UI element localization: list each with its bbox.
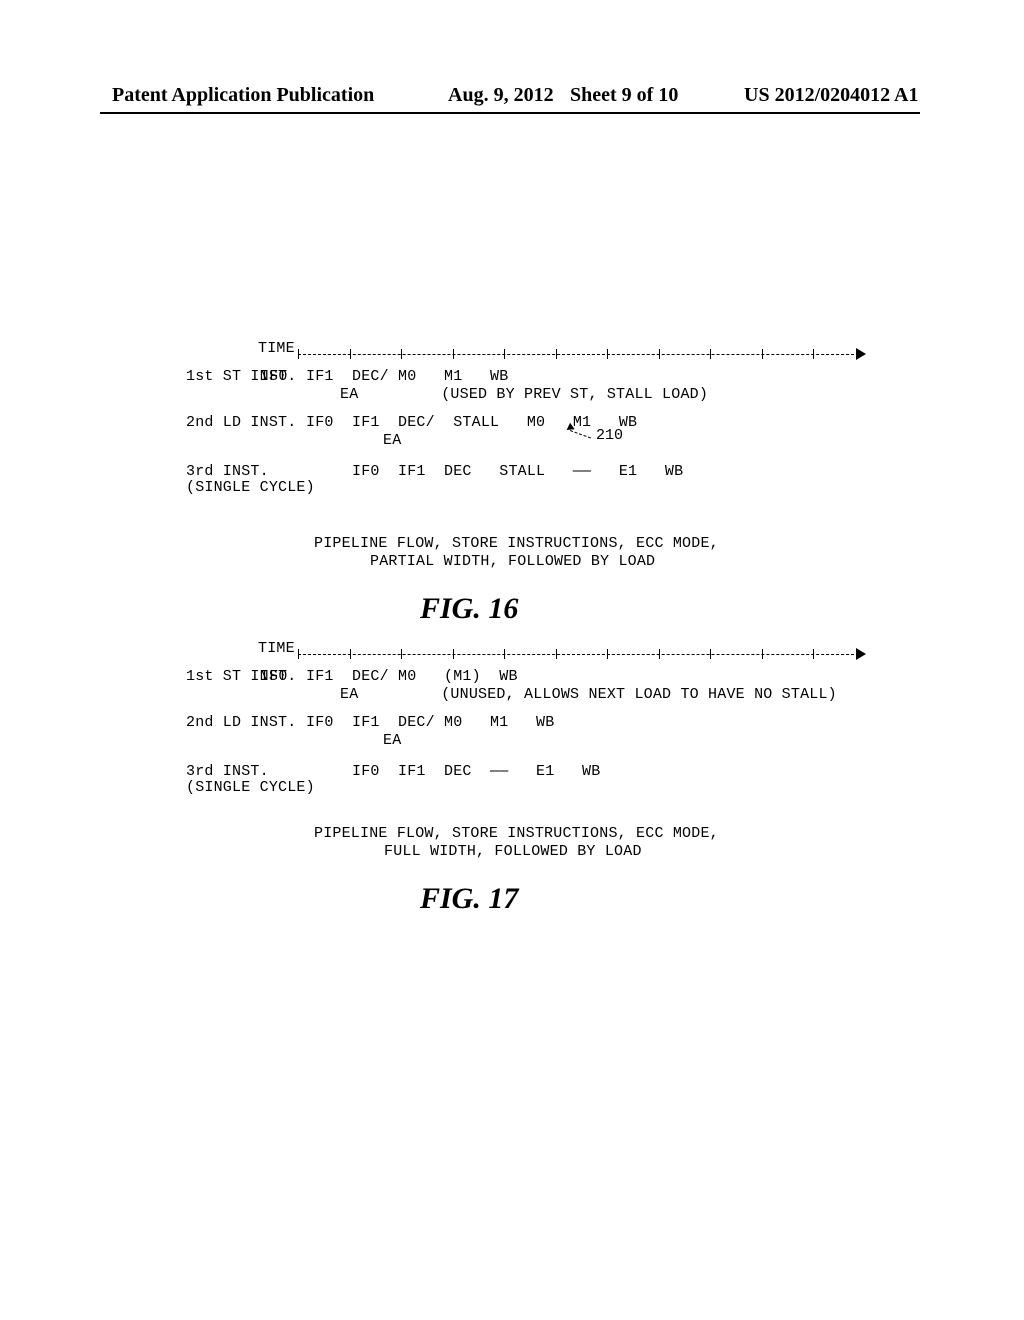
axis-tick	[607, 349, 608, 359]
axis-tick	[350, 649, 351, 659]
axis-tick	[298, 349, 299, 359]
figure-17-caption-line1: PIPELINE FLOW, STORE INSTRUCTIONS, ECC M…	[314, 825, 719, 843]
axis-tick	[556, 349, 557, 359]
axis-tick	[659, 649, 660, 659]
axis-tick	[710, 649, 711, 659]
inst-row-1-subline: EA (UNUSED, ALLOWS NEXT LOAD TO HAVE NO …	[340, 686, 837, 703]
inst-row-1-stages: IF0 IF1 DEC/ M0 M1 WB	[260, 368, 508, 385]
axis-tick	[504, 349, 505, 359]
header-publication-type: Patent Application Publication	[112, 84, 374, 107]
axis-tick	[659, 349, 660, 359]
figure-17-label: FIG. 17	[420, 882, 518, 916]
header-sheet: Sheet 9 of 10	[570, 84, 678, 107]
header-date: Aug. 9, 2012	[448, 84, 554, 107]
inst-row-3-label: 3rd INST.	[186, 463, 269, 480]
time-axis-label: TIME	[258, 640, 295, 657]
header-rule	[100, 112, 920, 114]
inst-row-1-subline: EA (USED BY PREV ST, STALL LOAD)	[340, 386, 708, 403]
callout-leader-line	[570, 430, 591, 439]
axis-tick	[762, 649, 763, 659]
inst-row-3-stages: IF0 IF1 DEC STALL —— E1 WB	[260, 463, 683, 480]
callout-210: 210	[570, 424, 630, 454]
axis-tick	[762, 349, 763, 359]
axis-tick	[401, 349, 402, 359]
axis-arrowhead-icon	[856, 648, 866, 660]
axis-arrowhead-icon	[856, 348, 866, 360]
axis-tick	[813, 349, 814, 359]
inst-row-2-subline: EA	[383, 732, 401, 749]
inst-row-1-stages: IF0 IF1 DEC/ M0 (M1) WB	[260, 668, 518, 685]
inst-row-2-subline: EA	[383, 432, 401, 449]
figure-16-caption-line1: PIPELINE FLOW, STORE INSTRUCTIONS, ECC M…	[314, 535, 719, 553]
inst-row-3-stages: IF0 IF1 DEC —— E1 WB	[260, 763, 600, 780]
header-pub-number: US 2012/0204012 A1	[744, 84, 918, 107]
axis-baseline	[298, 654, 864, 655]
time-axis-label: TIME	[258, 340, 295, 357]
figure-16-caption-line2: PARTIAL WIDTH, FOLLOWED BY LOAD	[370, 553, 655, 571]
callout-number: 210	[596, 427, 623, 444]
axis-tick	[298, 649, 299, 659]
axis-baseline	[298, 354, 864, 355]
inst-row-3-label-line2: (SINGLE CYCLE)	[186, 779, 315, 796]
axis-tick	[607, 649, 608, 659]
axis-tick	[401, 649, 402, 659]
axis-tick	[453, 649, 454, 659]
axis-tick	[350, 349, 351, 359]
inst-row-3-label: 3rd INST.	[186, 763, 269, 780]
axis-tick	[813, 649, 814, 659]
axis-tick	[556, 649, 557, 659]
inst-row-2-stages: IF0 IF1 DEC/ M0 M1 WB	[260, 714, 554, 731]
axis-tick	[710, 349, 711, 359]
axis-tick	[504, 649, 505, 659]
figure-17-caption-line2: FULL WIDTH, FOLLOWED BY LOAD	[384, 843, 642, 861]
time-axis	[298, 348, 864, 360]
inst-row-3-label-line2: (SINGLE CYCLE)	[186, 479, 315, 496]
figure-16-label: FIG. 16	[420, 592, 518, 626]
time-axis	[298, 648, 864, 660]
axis-tick	[453, 349, 454, 359]
